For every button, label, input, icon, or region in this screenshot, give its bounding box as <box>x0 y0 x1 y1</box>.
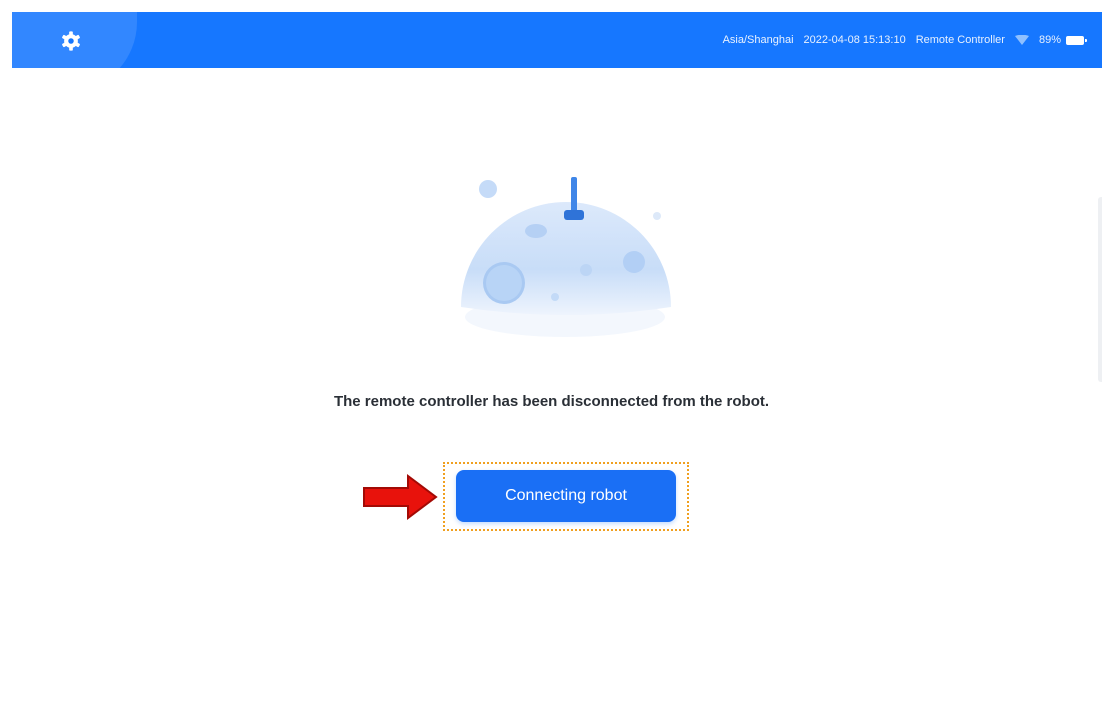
top-bar: Asia/Shanghai 2022-04-08 15:13:10 Remote… <box>12 12 1102 68</box>
disconnected-planet-illustration <box>461 177 671 337</box>
battery-status: 89% <box>1038 34 1087 46</box>
battery-icon <box>1066 35 1087 45</box>
device-label: Remote Controller <box>915 34 1005 46</box>
side-drawer-handle[interactable] <box>1098 197 1102 382</box>
wifi-icon <box>1014 34 1029 46</box>
connecting-robot-button[interactable]: Connecting robot <box>456 470 676 522</box>
battery-percent: 89% <box>1038 34 1061 46</box>
status-area: Asia/Shanghai 2022-04-08 15:13:10 Remote… <box>722 12 1087 68</box>
timezone-text: Asia/Shanghai <box>722 34 794 46</box>
settings-button[interactable] <box>56 26 86 56</box>
arrow-right-icon <box>363 474 438 520</box>
datetime-text: 2022-04-08 15:13:10 <box>803 34 906 46</box>
disconnect-message: The remote controller has been disconnec… <box>333 393 770 410</box>
gear-icon <box>62 31 80 51</box>
